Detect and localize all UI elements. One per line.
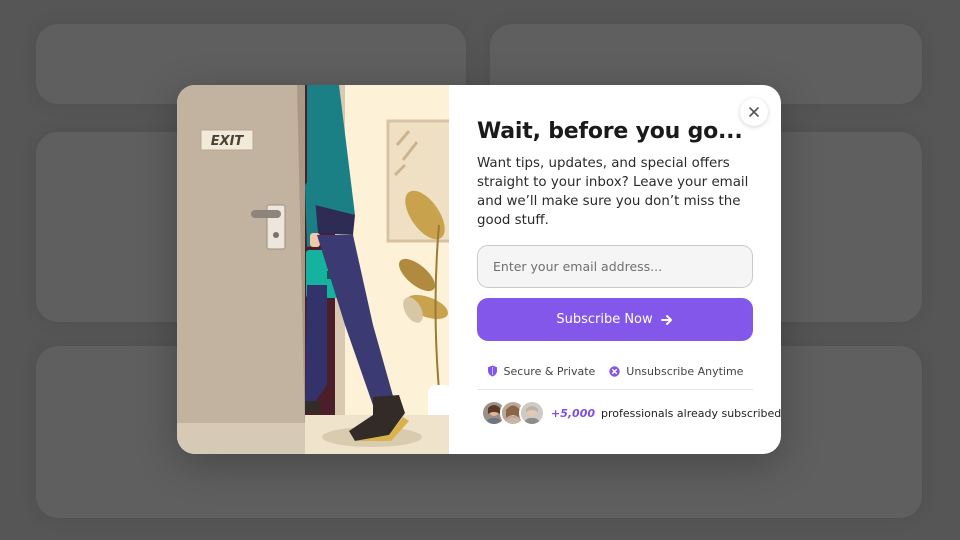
shield-icon xyxy=(487,365,497,377)
exit-sign-text: EXIT xyxy=(211,134,245,149)
subscribe-modal: EXIT Wait, before you go... Want tips, u… xyxy=(177,85,781,454)
assurance-secure-label: Secure & Private xyxy=(503,364,596,378)
subscriber-count: +5,000 xyxy=(551,406,596,420)
subscribe-button-label: Subscribe Now xyxy=(556,312,653,327)
subscribe-button[interactable]: Subscribe Now xyxy=(477,298,753,341)
assurance-unsubscribe: Unsubscribe Anytime xyxy=(609,365,743,378)
divider xyxy=(477,389,753,390)
close-icon xyxy=(749,107,759,117)
modal-content: Wait, before you go... Want tips, update… xyxy=(477,85,781,454)
assurance-secure: Secure & Private xyxy=(487,364,596,378)
modal-title: Wait, before you go... xyxy=(477,119,743,144)
x-circle-icon xyxy=(609,365,620,377)
exit-door-illustration: EXIT xyxy=(177,85,449,454)
modal-description: Want tips, updates, and special offers s… xyxy=(477,156,749,228)
social-proof: +5,000 professionals already subscribed xyxy=(481,400,781,426)
avatar-group xyxy=(481,400,545,426)
close-button[interactable] xyxy=(740,98,768,126)
social-proof-text: professionals already subscribed xyxy=(601,406,781,420)
assurance-row: Secure & Private Unsubscribe Anytime xyxy=(477,363,753,379)
arrow-right-icon xyxy=(660,314,672,325)
avatar xyxy=(519,400,545,426)
assurance-unsubscribe-label: Unsubscribe Anytime xyxy=(626,364,744,378)
email-input[interactable] xyxy=(477,245,753,288)
